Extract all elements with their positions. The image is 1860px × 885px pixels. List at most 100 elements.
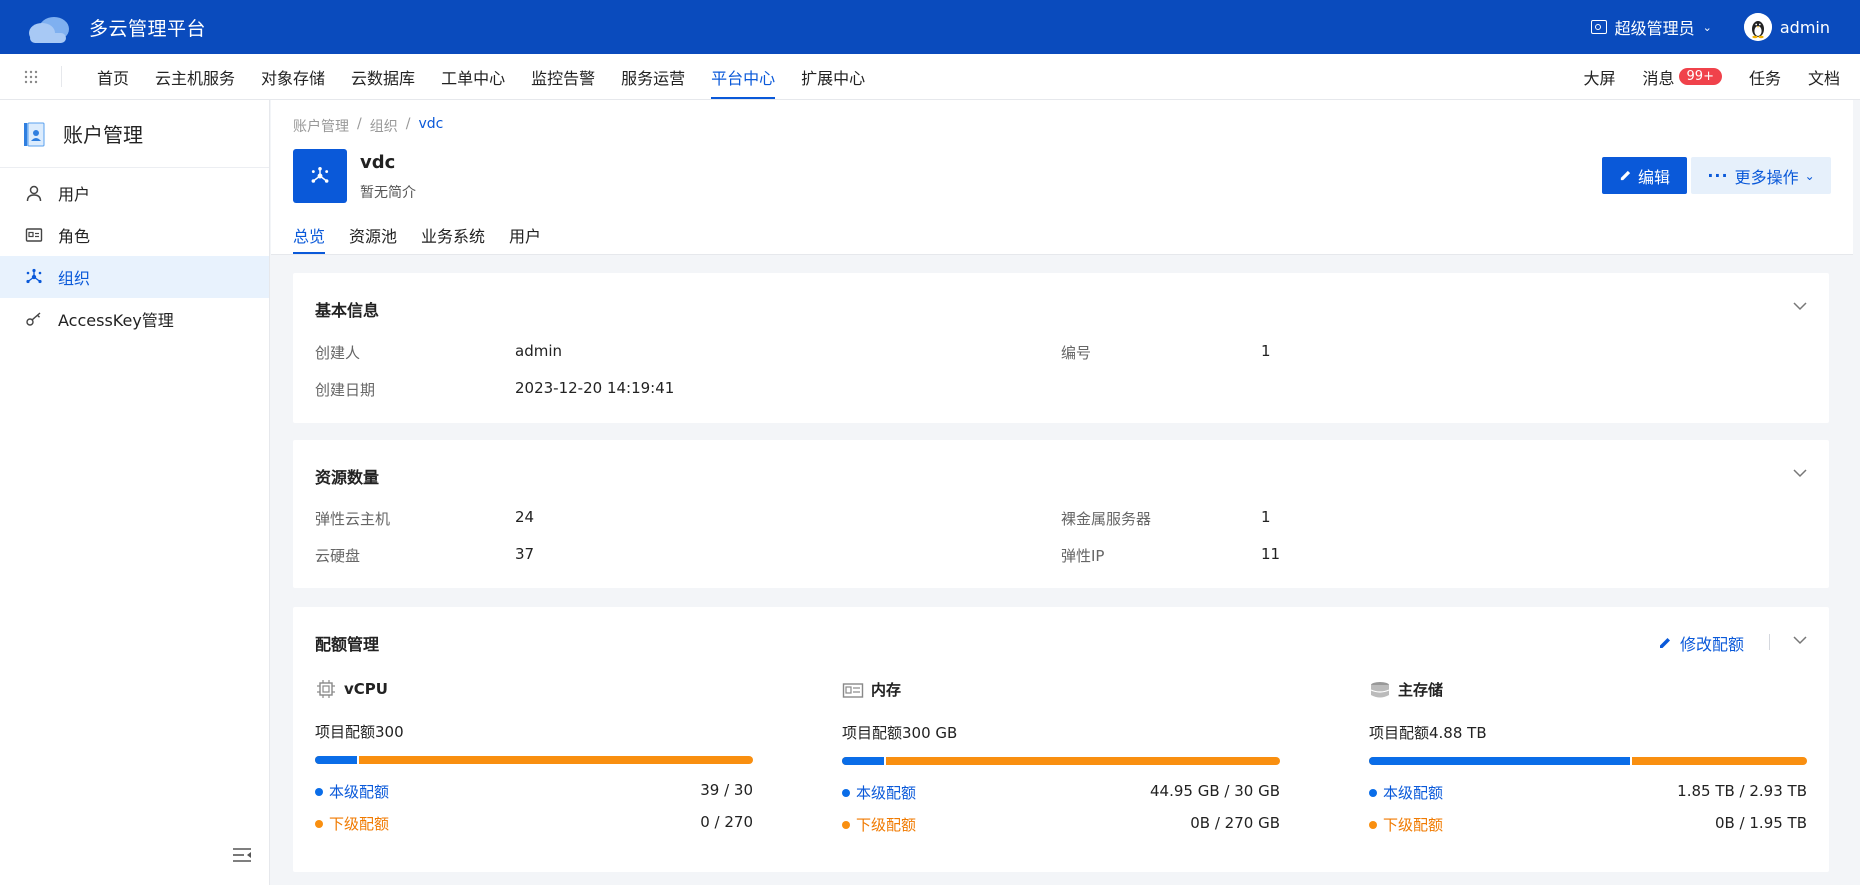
chevron-down-icon: ⌄ (1804, 168, 1815, 183)
organization-icon (25, 268, 43, 286)
collapse-sidebar-icon[interactable] (232, 847, 252, 863)
sidebar-item-accesskey[interactable]: AccessKey管理 (0, 298, 269, 340)
cloud-logo-icon[interactable] (24, 9, 72, 45)
edit-quota-button[interactable]: 修改配额 (1658, 631, 1744, 655)
role-switcher[interactable]: 超级管理员 ⌄ (1590, 15, 1712, 39)
sub-quota-label[interactable]: 下级配额 (329, 813, 389, 834)
field-label: 创建人 (315, 344, 361, 362)
nav-item-object-storage[interactable]: 对象存储 (248, 54, 338, 99)
tab-resource-pool[interactable]: 资源池 (349, 223, 397, 254)
sidebar-item-organization[interactable]: 组织 (0, 256, 269, 298)
quota-bar (842, 757, 1280, 765)
id-value: 1 (1261, 342, 1271, 360)
sidebar-header: 账户管理 (0, 100, 269, 168)
tab-business-system[interactable]: 业务系统 (421, 223, 485, 254)
chevron-down-icon[interactable] (1793, 635, 1807, 645)
field-label: 弹性云主机 (315, 510, 391, 528)
tab-users[interactable]: 用户 (509, 223, 541, 254)
own-quota-dot (1369, 788, 1377, 797)
field-label: 编号 (1061, 344, 1092, 362)
quota-total: 项目配额300 (315, 723, 404, 741)
sidebar-item-label: AccessKey管理 (58, 311, 174, 330)
nav-item-monitoring[interactable]: 监控告警 (518, 54, 608, 99)
breadcrumb: 账户管理 / 组织 / vdc (293, 116, 443, 136)
quota-bar-own-fill (842, 757, 886, 765)
own-quota-label[interactable]: 本级配额 (856, 782, 916, 803)
id-card-icon (1590, 20, 1607, 34)
breadcrumb-separator: / (357, 116, 362, 132)
nav-item-cloud-database[interactable]: 云数据库 (338, 54, 428, 99)
own-quota-dot (315, 787, 323, 796)
own-quota-label[interactable]: 本级配额 (1383, 782, 1443, 803)
docs-link[interactable]: 文档 (1808, 65, 1840, 89)
field-label: 创建日期 (315, 381, 376, 399)
role-label: 超级管理员 (1614, 19, 1695, 38)
chevron-down-icon[interactable] (1793, 468, 1807, 478)
big-screen-link[interactable]: 大屏 (1584, 65, 1616, 89)
sidebar-item-users[interactable]: 用户 (0, 172, 269, 214)
sub-quota-dot (315, 819, 323, 828)
sidebar: 账户管理 用户 角色 组织 AccessKey管理 (0, 100, 270, 885)
quota-memory: 内存 项目配额300 GB 本级配额 44.95 GB / 30 GB 下级配额… (842, 679, 1280, 835)
nav-item-extension-center[interactable]: 扩展中心 (788, 54, 878, 99)
breadcrumb-item[interactable]: 组织 (370, 116, 398, 136)
sub-quota-value: 0B / 270 GB (1190, 814, 1280, 832)
pencil-icon (1659, 638, 1670, 648)
user-name[interactable]: admin (1780, 18, 1830, 37)
ecs-count: 24 (515, 508, 535, 526)
app-grid-icon[interactable] (0, 66, 62, 87)
storage-icon (1370, 681, 1390, 697)
edit-button[interactable]: 编辑 (1602, 157, 1687, 194)
breadcrumb-separator: / (405, 116, 411, 132)
quota-card: 配额管理 修改配额 vCPU 项目配额300 本级配额 39 / 30 下级配额… (293, 607, 1829, 872)
memory-icon (842, 682, 864, 698)
chevron-down-icon[interactable] (1793, 301, 1807, 311)
messages-link[interactable]: 消息 99+ (1643, 65, 1722, 89)
nav-item-service-ops[interactable]: 服务运营 (608, 54, 698, 99)
quota-bar-own-fill (315, 756, 359, 764)
quota-bar-own-fill (1369, 757, 1632, 765)
nav-item-home[interactable]: 首页 (84, 54, 142, 99)
quota-total: 项目配额4.88 TB (1369, 724, 1487, 742)
sidebar-title: 账户管理 (63, 123, 143, 147)
sub-quota-dot (1369, 820, 1377, 829)
card-title: 基本信息 (315, 301, 380, 320)
message-count-badge: 99+ (1678, 68, 1722, 85)
divider (1769, 634, 1770, 650)
sidebar-item-label: 用户 (58, 185, 91, 204)
creator-value: admin (515, 342, 562, 360)
sidebar-item-roles[interactable]: 角色 (0, 214, 269, 256)
page-title: vdc (360, 152, 396, 173)
edit-quota-label: 修改配额 (1679, 635, 1744, 654)
sub-quota-label[interactable]: 下级配额 (1383, 814, 1443, 835)
sub-quota-value: 0 / 270 (700, 813, 753, 831)
own-quota-value: 1.85 TB / 2.93 TB (1677, 782, 1807, 800)
own-quota-label[interactable]: 本级配额 (329, 781, 389, 802)
nav-item-cloud-host[interactable]: 云主机服务 (142, 54, 248, 99)
nav-item-ticket-center[interactable]: 工单中心 (428, 54, 518, 99)
breadcrumb-item[interactable]: 账户管理 (293, 116, 349, 136)
cpu-icon (317, 680, 335, 698)
card-title: 资源数量 (315, 468, 380, 487)
disk-count: 37 (515, 545, 535, 563)
more-actions-button[interactable]: ··· 更多操作 ⌄ (1691, 157, 1831, 194)
organization-icon (293, 149, 347, 203)
quota-name: 主存储 (1398, 681, 1444, 699)
sidebar-item-label: 组织 (58, 269, 91, 288)
sub-quota-label[interactable]: 下级配额 (856, 814, 916, 835)
tasks-link[interactable]: 任务 (1749, 65, 1781, 89)
field-label: 云硬盘 (315, 547, 361, 565)
quota-name: vCPU (344, 680, 388, 698)
messages-label: 消息 (1642, 68, 1675, 88)
bare-metal-count: 1 (1261, 508, 1271, 526)
key-icon (25, 310, 43, 328)
quota-bar (1369, 757, 1807, 765)
own-quota-value: 39 / 30 (700, 781, 753, 799)
quota-vcpu: vCPU 项目配额300 本级配额 39 / 30 下级配额 0 / 270 (315, 679, 753, 834)
role-card-icon (25, 226, 43, 244)
field-label: 裸金属服务器 (1061, 510, 1152, 528)
sub-quota-value: 0B / 1.95 TB (1714, 814, 1807, 832)
tab-overview[interactable]: 总览 (293, 223, 326, 254)
avatar[interactable] (1743, 13, 1772, 41)
nav-item-platform-center[interactable]: 平台中心 (698, 54, 788, 99)
